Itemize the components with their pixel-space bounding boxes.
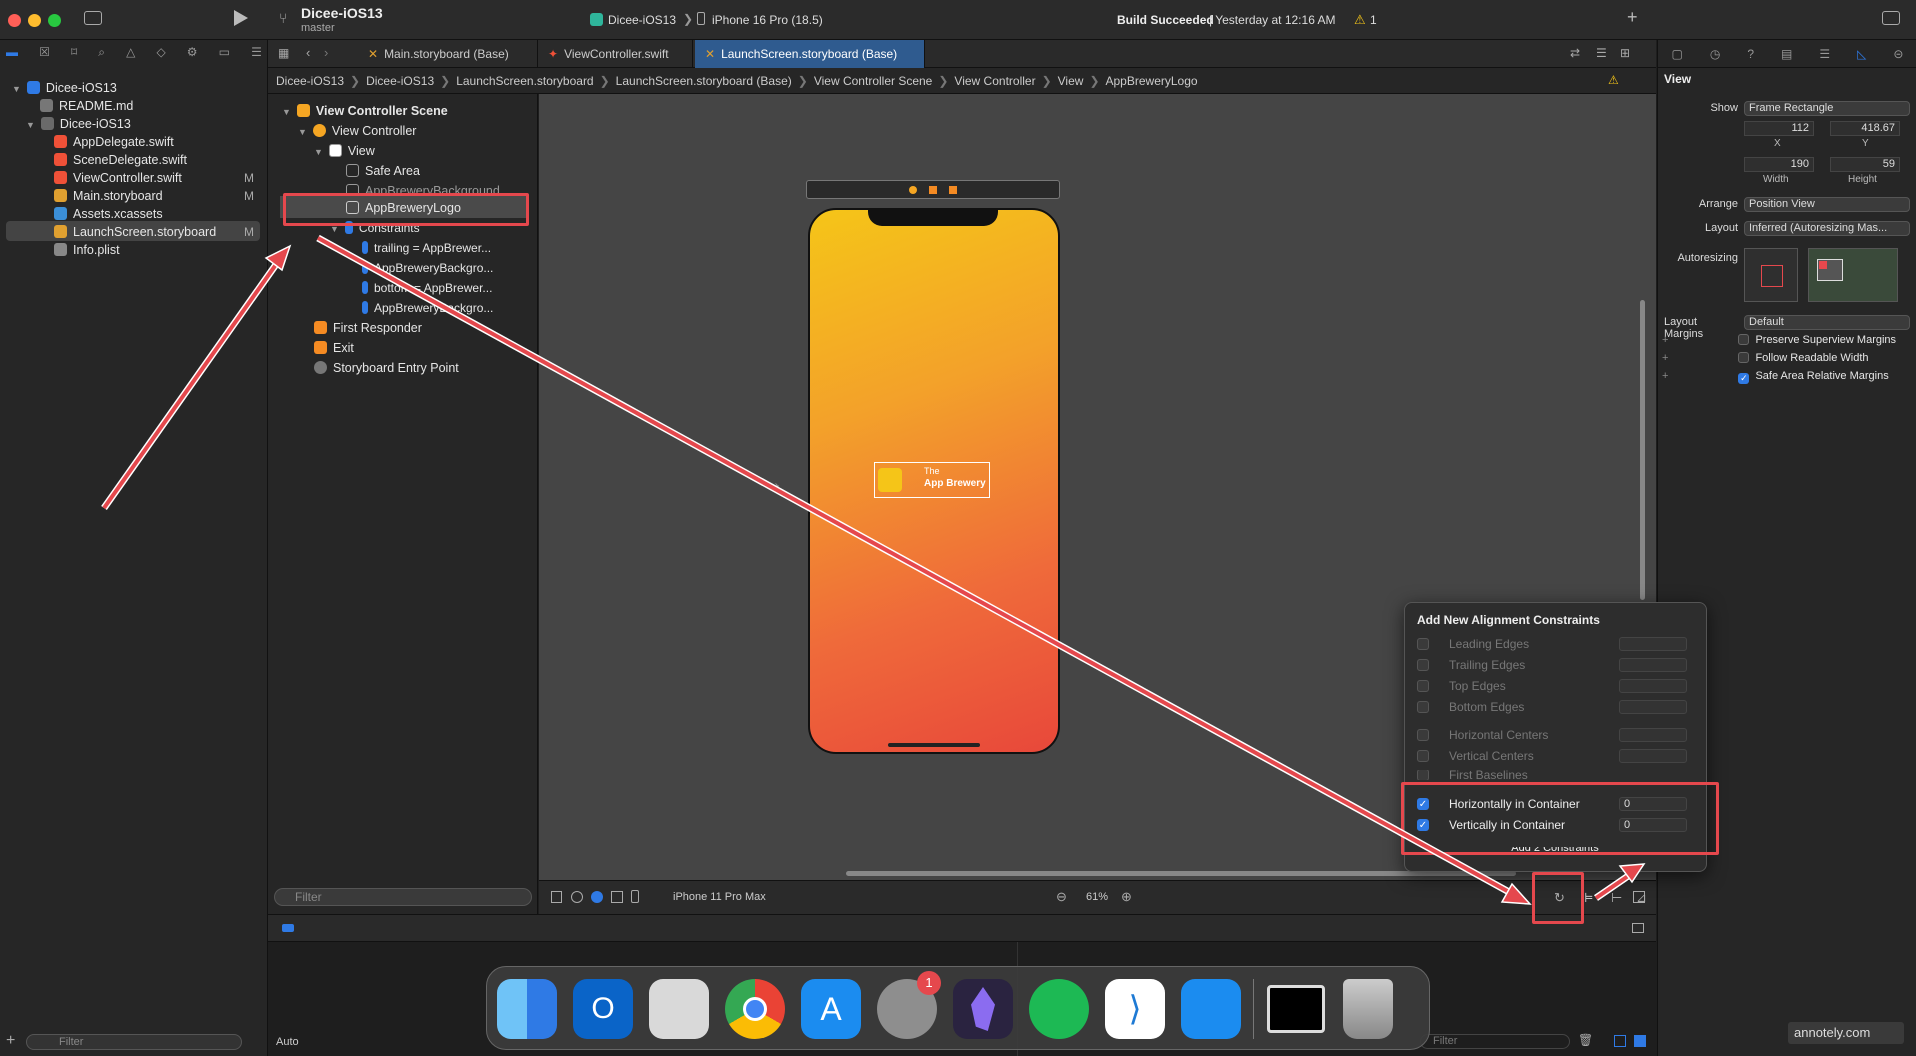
arrowhead-outline-icon [264, 244, 292, 272]
annotation-arrows [101, 234, 1646, 905]
outlook-icon[interactable]: O [573, 979, 633, 1039]
arrow-to-align-button [317, 236, 1521, 900]
dock: O A 1 ⟩ [486, 966, 1430, 1050]
arrow-to-outline [102, 254, 284, 510]
xcode-icon[interactable] [1181, 979, 1241, 1039]
settings-badge: 1 [917, 971, 941, 995]
obsidian-icon[interactable] [953, 979, 1013, 1039]
terminal-icon[interactable] [1267, 985, 1325, 1033]
app-store-icon[interactable]: A [801, 979, 861, 1039]
vscode-icon[interactable]: ⟩ [1105, 979, 1165, 1039]
launchpad-icon[interactable] [649, 979, 709, 1039]
spotify-icon[interactable] [1029, 979, 1089, 1039]
finder-icon[interactable] [497, 979, 557, 1039]
trash-icon[interactable] [1343, 979, 1393, 1039]
chrome-icon[interactable] [725, 979, 785, 1039]
